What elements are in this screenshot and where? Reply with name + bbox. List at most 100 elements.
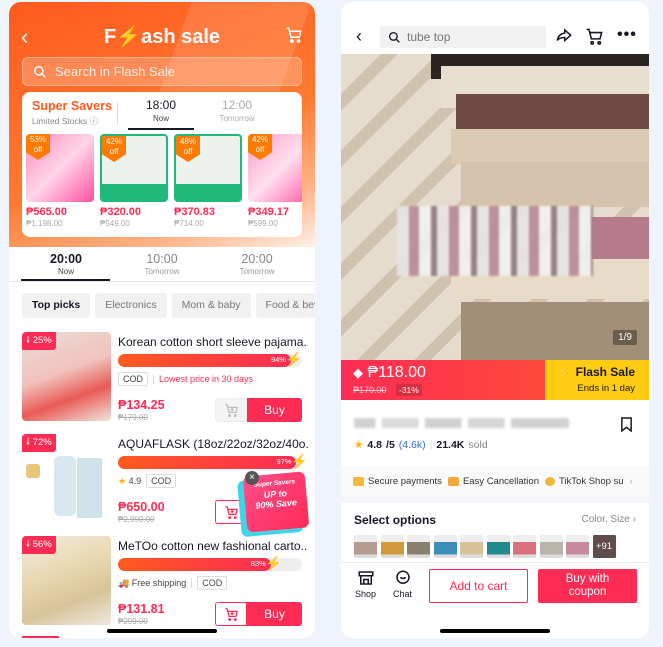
pixelated-watermark (397, 206, 593, 276)
close-promo-button[interactable]: × (245, 471, 259, 485)
option-swatch[interactable] (380, 535, 404, 558)
cart-plus-icon (224, 403, 238, 417)
option-swatch[interactable] (513, 535, 536, 558)
cart-button[interactable] (285, 26, 303, 49)
product-image: 🠗 56% (22, 536, 111, 625)
progress-label: 94% (270, 355, 286, 364)
super-saver-item[interactable]: 42% off ₱320.00 ₱549.00 (100, 134, 168, 228)
product-image: 🠗 25% (22, 332, 111, 421)
divider (117, 102, 118, 124)
shop-button[interactable]: Shop (355, 569, 376, 599)
back-button[interactable]: ‹ (356, 26, 362, 47)
review-count-link[interactable]: (4.6k) (399, 439, 426, 451)
check-badge-icon (544, 476, 555, 486)
product-image: 53% off (26, 134, 94, 202)
category-top-picks[interactable]: Top picks (22, 293, 91, 318)
super-saver-item[interactable]: 53% off ₱565.00 ₱1,198.00 (26, 134, 94, 228)
chat-button[interactable]: Chat (393, 569, 412, 599)
buy-button[interactable]: Buy (247, 602, 302, 626)
flash-sale-search-input[interactable]: Search in Flash Sale (22, 57, 302, 86)
buy-button[interactable]: Buy (247, 398, 302, 422)
tab-time: 18:00 (145, 98, 177, 112)
divider (191, 578, 193, 588)
share-button[interactable] (555, 27, 573, 50)
product-row[interactable]: 🠗 25% Korean cotton short sleeve pajama.… (22, 332, 312, 422)
fabric-tan (461, 162, 649, 207)
bolt-icon: ⚡ (264, 555, 283, 571)
category-mom-baby[interactable]: Mom & baby (171, 293, 251, 318)
share-icon (556, 28, 572, 43)
option-swatch[interactable] (433, 535, 457, 558)
bolt-icon: ⚡ (116, 26, 142, 48)
product-image: 42% off (248, 134, 302, 202)
box-icon (447, 476, 459, 486)
more-options-count: +91 (592, 535, 616, 558)
stock-progress-bar: 83% ⚡ (118, 555, 302, 571)
tab-time: 12:00 (221, 98, 253, 112)
options-link[interactable]: Color, Size › (582, 514, 636, 525)
tab-time: 20:00 (241, 252, 273, 266)
fabric-pink (591, 217, 649, 262)
option-swatch[interactable] (354, 535, 377, 558)
bottle-shape (54, 456, 76, 516)
discount-badge: 🠗 25% (22, 332, 56, 350)
tab-label: Tomorrow (239, 267, 275, 276)
product-tags: ★ 4.9 COD (118, 474, 177, 488)
cart-icon (586, 28, 603, 45)
option-swatch[interactable] (460, 535, 483, 558)
time-tab-tomorrow-10[interactable]: 10:00 Tomorrow (114, 252, 210, 276)
super-savers-tab-now[interactable]: 18:00 Now (126, 98, 196, 123)
buy-with-coupon-button[interactable]: Buy with coupon (538, 569, 637, 603)
discount-badge: 48% off (176, 136, 200, 162)
sold-label: sold (468, 439, 488, 451)
time-tab-now[interactable]: 20:00 Now (18, 252, 114, 276)
free-shipping-tag: 🚚 Free shipping (118, 577, 187, 588)
option-swatch[interactable] (407, 535, 430, 558)
guarantee-secure-payments: Secure payments (353, 476, 442, 487)
fabric-beige (451, 129, 649, 164)
add-to-cart-button[interactable] (215, 398, 247, 422)
old-price: ₱299.00 (118, 617, 148, 626)
add-to-cart-button[interactable] (215, 500, 247, 524)
guarantees-row[interactable]: Secure payments Easy Cancellation TikTok… (341, 466, 649, 496)
stock-progress-bar: 97% ⚡ (118, 453, 308, 469)
time-tab-tomorrow-20[interactable]: 20:00 Tomorrow (209, 252, 305, 276)
guarantee-easy-cancellation: Easy Cancellation (447, 476, 539, 487)
super-saver-item[interactable]: 48% off ₱370.83 ₱714.00 (174, 134, 242, 228)
search-value: tube top (407, 30, 451, 44)
cod-tag: COD (197, 576, 228, 590)
more-options-swatch[interactable]: +91 (592, 535, 616, 558)
bookmark-button[interactable] (620, 417, 633, 437)
sold-count: 21.4K (436, 439, 465, 451)
add-to-cart-button[interactable] (215, 602, 247, 626)
product-image-carousel[interactable]: 1/9 (341, 54, 649, 360)
option-swatch[interactable] (486, 535, 510, 558)
product-name: MeTOo cotton new fashional carto... (118, 539, 308, 553)
category-food-bev[interactable]: Food & bev (255, 293, 315, 318)
old-price: ₱599.00 (248, 219, 278, 228)
guarantee-tiktok-shop: TikTok Shop su (544, 476, 624, 487)
old-price: ₱179.00 (118, 413, 148, 422)
old-price: ₱549.00 (100, 219, 130, 228)
more-options-icon[interactable]: ••• (617, 26, 637, 44)
super-saver-item[interactable]: 42% off ₱349.17 ₱599.00 (248, 134, 302, 228)
option-swatches: +91 (354, 535, 616, 558)
rating-max: /5 (386, 439, 395, 451)
cart-button[interactable] (585, 27, 604, 51)
category-electronics[interactable]: Electronics (95, 293, 167, 318)
chat-icon (395, 570, 410, 584)
flash-sale-price-bar: ◆ ₱118.00 ₱170.00 -31% ⚡ Flash Sale Ends… (341, 360, 649, 400)
product-search-input[interactable]: tube top (380, 26, 546, 48)
product-name: AQUAFLASK (18oz/22oz/32oz/40o... (118, 437, 308, 451)
option-swatch[interactable] (566, 535, 589, 558)
option-swatch[interactable] (539, 535, 563, 558)
tab-indicator (128, 128, 194, 130)
product-image: 42% off (100, 134, 168, 202)
discount-badge: 53% off (26, 134, 50, 160)
add-to-cart-button[interactable]: Add to cart (429, 569, 528, 603)
product-row[interactable]: 🠗 56% MeTOo cotton new fashional carto..… (22, 536, 312, 626)
fabric-brown (456, 94, 649, 129)
super-savers-tab-tomorrow[interactable]: 12:00 Tomorrow (202, 98, 272, 123)
card-icon (353, 476, 364, 486)
product-detail-screen: ‹ tube top ••• 1/9 ◆ ₱118.00 ₱170.00 -31… (341, 2, 649, 638)
